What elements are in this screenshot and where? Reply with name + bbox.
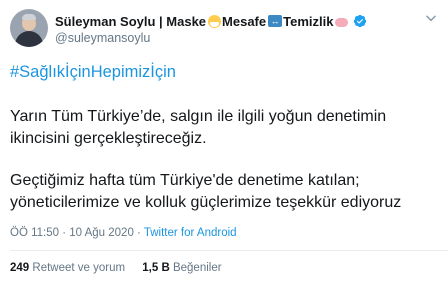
hashtag-link[interactable]: #SağlıkİçinHepimizİçin bbox=[10, 63, 176, 82]
likes-stat[interactable]: 1,5 B Beğeniler bbox=[142, 262, 221, 274]
retweets-stat[interactable]: 249 Retweet ve yorum bbox=[10, 262, 125, 274]
display-name-part3: Temizlik bbox=[283, 13, 334, 29]
verified-badge-icon bbox=[354, 14, 367, 28]
display-name-row[interactable]: Süleyman Soylu | Maske Mesafe ↔ Temizlik bbox=[55, 12, 367, 30]
display-name-part2: Mesafe bbox=[222, 13, 267, 29]
tweet-date[interactable]: 10 Ağu 2020 bbox=[69, 227, 134, 239]
tweet-meta: ÖÖ 11:50 · 10 Ağu 2020 · Twitter for And… bbox=[10, 227, 237, 239]
display-name-part1: Süleyman Soylu | Maske bbox=[55, 13, 207, 29]
username[interactable]: @suleymansoylu bbox=[55, 31, 150, 45]
chevron-down-icon[interactable] bbox=[424, 11, 438, 25]
avatar[interactable] bbox=[10, 9, 48, 47]
meta-separator-2: · bbox=[133, 227, 144, 239]
tweet-client-link[interactable]: Twitter for Android bbox=[144, 227, 237, 239]
tweet-text-paragraph-2: Geçtiğimiz hafta tüm Türkiye'de denetime… bbox=[10, 172, 402, 211]
soap-emoji-icon bbox=[335, 17, 349, 27]
tweet-header: Süleyman Soylu | Maske Mesafe ↔ Temizlik… bbox=[10, 9, 438, 51]
retweets-label: Retweet ve yorum bbox=[29, 262, 126, 274]
left-right-arrow-emoji-icon: ↔ bbox=[268, 15, 283, 27]
tweet-stats: 249 Retweet ve yorum 1,5 B Beğeniler bbox=[10, 262, 236, 274]
retweets-count: 249 bbox=[10, 262, 30, 274]
mask-emoji-icon bbox=[208, 14, 222, 28]
likes-label: Beğeniler bbox=[169, 262, 222, 274]
likes-count: 1,5 B bbox=[142, 262, 170, 274]
tweet-time[interactable]: ÖÖ 11:50 bbox=[10, 227, 59, 239]
divider bbox=[10, 250, 448, 251]
meta-separator-1: · bbox=[59, 227, 70, 239]
tweet-text-paragraph-1: Yarın Tüm Türkiye’de, salgın ile ilgili … bbox=[10, 108, 387, 147]
